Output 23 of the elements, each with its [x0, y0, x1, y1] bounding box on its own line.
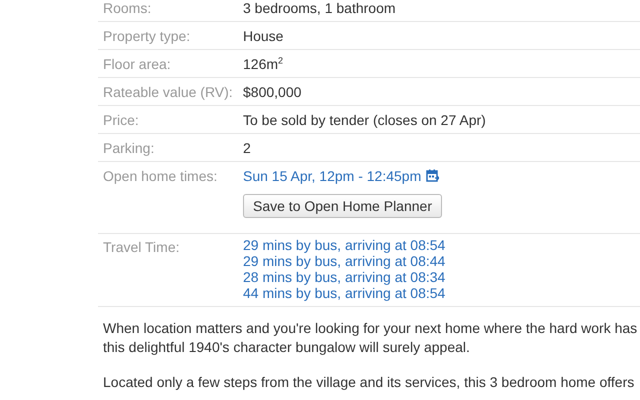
detail-label: Floor area:	[103, 56, 172, 72]
detail-label: Price:	[103, 112, 140, 128]
detail-value: 3 bedrooms, 1 bathroom	[243, 0, 396, 16]
detail-value: 126m$^{2}$	[243, 56, 284, 72]
travel-time-link[interactable]: 44 mins by bus, arriving at 08:54	[243, 285, 446, 301]
detail-value: $800,000	[243, 84, 302, 100]
detail-label: Travel Time:	[103, 238, 180, 255]
detail-label: Open home times:	[103, 168, 218, 184]
travel-time-link[interactable]: 28 mins by bus, arriving at 08:34	[243, 269, 446, 285]
calendar-icon[interactable]	[426, 169, 440, 182]
detail-label: Rooms:	[103, 0, 152, 16]
detail-label: Parking:	[103, 140, 156, 156]
description-paragraph: Located only a few steps from the village and its services, this 3 bedroom home offers	[103, 373, 636, 392]
detail-value: House	[243, 28, 284, 44]
travel-time-link[interactable]: 29 mins by bus, arriving at 08:54	[243, 237, 446, 253]
travel-time-link[interactable]: 29 mins by bus, arriving at 08:44	[243, 253, 446, 269]
detail-label: Property type:	[103, 28, 192, 44]
description-paragraph: When location matters and you're looking for your next home where the hard work has this delightful 1940's character bungalow will surely appeal.	[103, 319, 638, 357]
save-planner-button[interactable]: Save to Open Home Planner	[243, 194, 442, 218]
detail-value: 2	[243, 140, 251, 156]
detail-label: Rateable value (RV):	[103, 84, 234, 100]
detail-value: To be sold by tender (closes on 27 Apr)	[243, 112, 486, 128]
open-home-link[interactable]: Sun 15 Apr, 12pm - 12:45pm	[243, 168, 422, 184]
